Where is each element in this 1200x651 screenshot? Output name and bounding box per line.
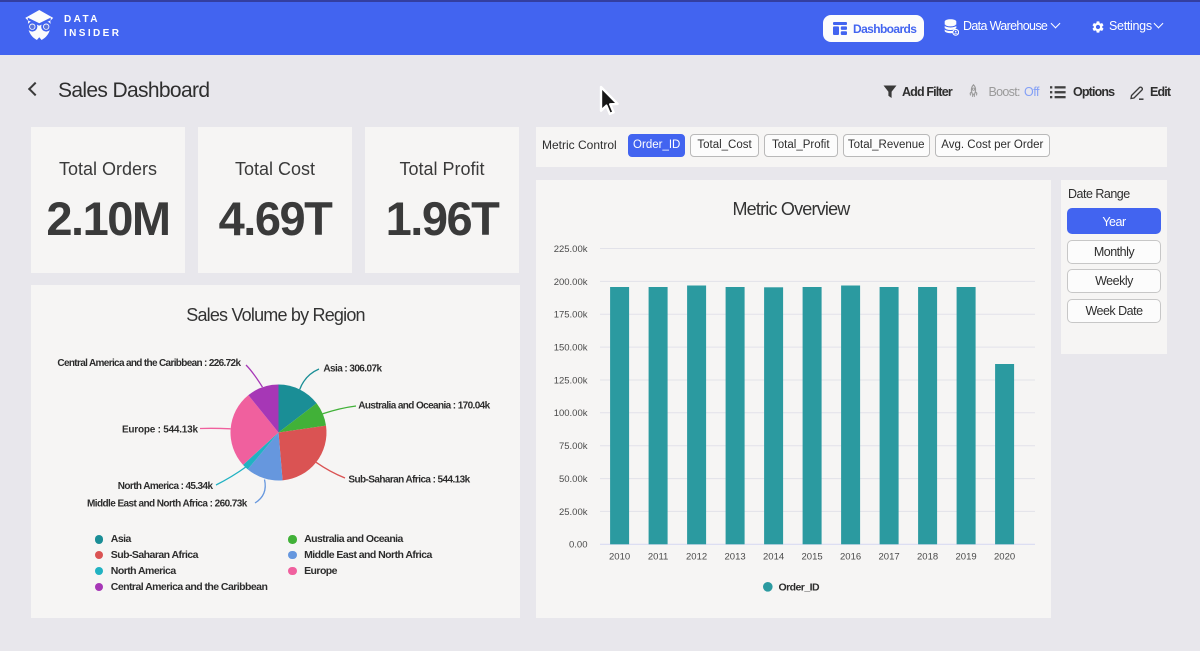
svg-text:Europe : 544.13k: Europe : 544.13k [122,424,198,435]
svg-text:200.00k: 200.00k [554,277,588,288]
svg-text:2014: 2014 [763,552,784,563]
svg-text:2020: 2020 [994,552,1015,563]
svg-text:175.00k: 175.00k [554,310,588,321]
svg-text:50.00k: 50.00k [559,474,588,485]
svg-text:2010: 2010 [609,552,630,563]
svg-text:Australia and Oceania : 170.04: Australia and Oceania : 170.04k [358,400,490,411]
svg-text:150.00k: 150.00k [554,343,588,354]
svg-text:2016: 2016 [840,552,861,563]
svg-text:Middle East and North Africa :: Middle East and North Africa : 260.73k [87,498,248,509]
svg-text:225.00k: 225.00k [554,244,588,255]
svg-text:Order_ID: Order_ID [779,582,820,594]
svg-text:125.00k: 125.00k [554,375,588,386]
svg-text:Asia : 306.07k: Asia : 306.07k [323,364,382,375]
svg-text:Sub-Saharan Africa : 544.13k: Sub-Saharan Africa : 544.13k [348,475,470,486]
svg-text:North America : 45.34k: North America : 45.34k [118,481,214,492]
svg-text:25.00k: 25.00k [559,507,588,518]
svg-text:2013: 2013 [725,552,746,563]
svg-text:2019: 2019 [956,552,977,563]
svg-text:2018: 2018 [917,552,938,563]
svg-text:2015: 2015 [802,552,823,563]
svg-text:2012: 2012 [686,552,707,563]
svg-text:Central America and the Caribb: Central America and the Caribbean : 226.… [57,358,241,369]
svg-text:2011: 2011 [648,552,668,563]
svg-text:100.00k: 100.00k [554,408,588,419]
svg-text:0.00: 0.00 [569,540,588,551]
svg-text:2017: 2017 [879,552,900,563]
svg-text:75.00k: 75.00k [559,441,588,452]
